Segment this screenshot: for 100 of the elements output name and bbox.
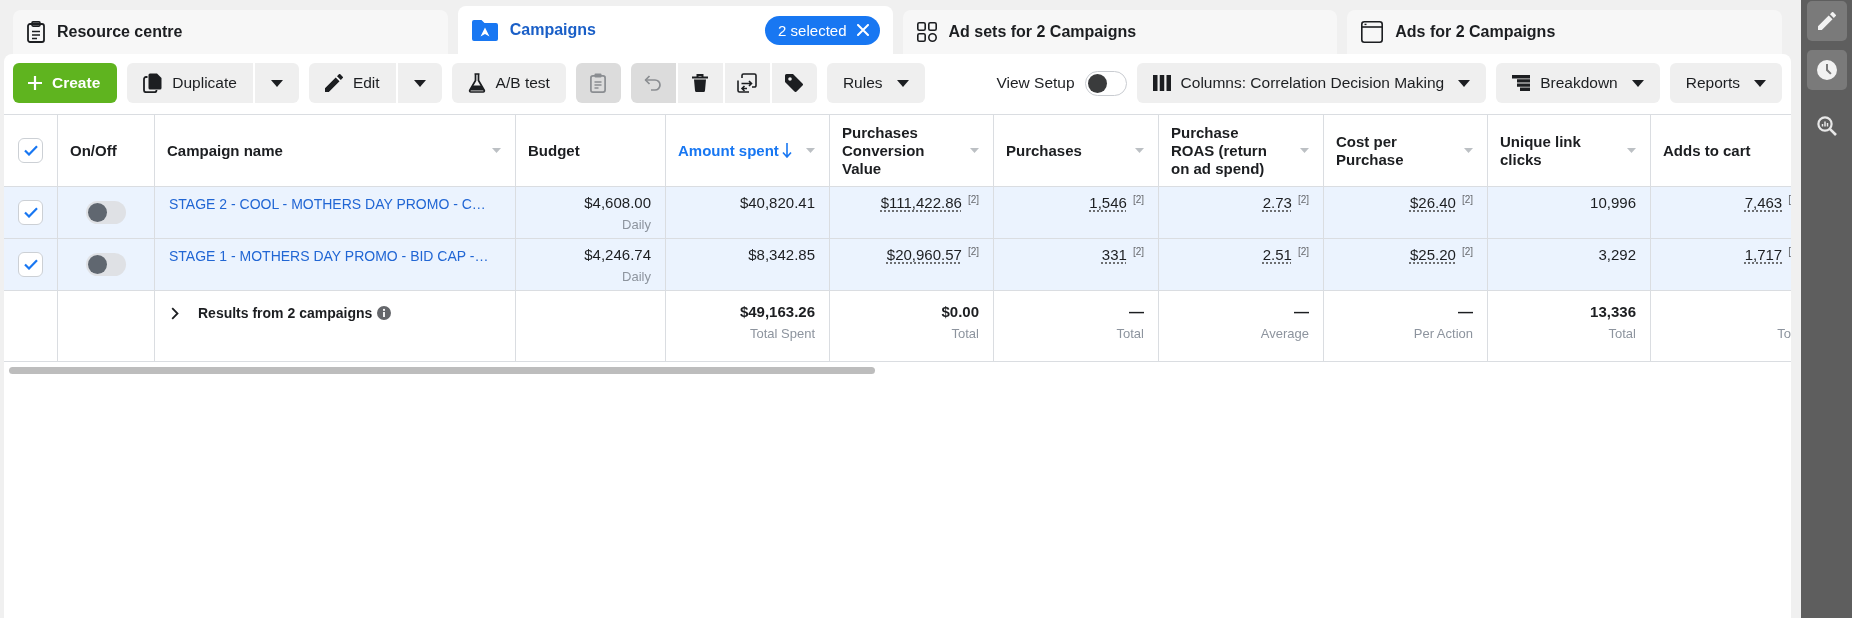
clock-icon xyxy=(1816,60,1837,80)
pencil-icon xyxy=(1817,12,1836,30)
stepped-bars-icon xyxy=(1512,75,1531,91)
column-header[interactable]: Adds to cart xyxy=(1663,141,1751,160)
total-value: — xyxy=(1458,303,1473,321)
total-caption: Total xyxy=(1608,326,1636,342)
column-header[interactable]: Purchase ROAS (return on ad spend) xyxy=(1171,123,1284,178)
toggle-switch[interactable] xyxy=(1084,70,1127,96)
metric-value: 1,717 xyxy=(1744,246,1783,264)
selection-count: 2 selected xyxy=(778,21,847,39)
ab-test-button[interactable]: A/B test xyxy=(451,63,566,103)
tag-icon xyxy=(785,74,804,92)
duplicate-button[interactable]: Duplicate xyxy=(127,63,253,103)
toggle-switch[interactable] xyxy=(86,253,126,276)
undo-icon xyxy=(644,75,663,91)
clipboard-icon xyxy=(27,21,45,43)
budget-period: Daily xyxy=(622,269,651,285)
results-summary: Results from 2 campaigns xyxy=(198,305,373,321)
footnote-mark: [ xyxy=(1788,194,1791,206)
tab[interactable]: Ad sets for 2 Campaigns xyxy=(902,10,1338,54)
delete-button[interactable] xyxy=(677,63,723,103)
footnote-mark: [2] xyxy=(967,246,979,258)
tab[interactable]: Campaigns 2 selected xyxy=(457,6,893,54)
caret-icon xyxy=(1458,79,1471,87)
dropdown-button[interactable] xyxy=(254,63,299,103)
pencil-icon xyxy=(324,74,343,92)
edit-button[interactable]: Edit xyxy=(308,63,396,103)
columns-icon xyxy=(1152,75,1171,91)
clipboard-icon xyxy=(590,73,607,93)
total-caption: Per Action xyxy=(1413,326,1473,342)
campaign-link[interactable]: STAGE 2 - COOL - MOTHERS DAY PROMO - C… xyxy=(169,196,486,212)
column-header[interactable]: On/Off xyxy=(70,141,117,160)
total-caption: Total Spent xyxy=(749,326,815,342)
reports-button[interactable]: Reports xyxy=(1669,63,1782,103)
metric-value: $25.20 xyxy=(1410,246,1456,264)
scrollbar-thumb[interactable] xyxy=(9,367,875,374)
total-value: $49,163.26 xyxy=(739,303,815,321)
column-header[interactable]: Amount spent xyxy=(678,141,779,160)
close-icon[interactable] xyxy=(856,24,869,36)
budget-amount: $4,608.00 xyxy=(584,194,651,212)
toggle-switch[interactable] xyxy=(86,201,126,224)
campaign-link[interactable]: STAGE 1 - MOTHERS DAY PROMO - BID CAP -… xyxy=(169,248,489,264)
total-value: $0.00 xyxy=(941,303,979,321)
caret-icon xyxy=(270,79,283,87)
column-header[interactable]: Purchases xyxy=(1006,141,1082,160)
caret-icon xyxy=(413,79,426,87)
table-row[interactable]: STAGE 2 - COOL - MOTHERS DAY PROMO - C… $4,608.00 Daily $40,820.41 $111,422.86 [2] 1,546 [2] 2.73 [2] $26.40 [2] 10,996 7,463 [ xyxy=(4,187,1791,239)
folder-icon xyxy=(471,19,498,41)
metric-value: $40,820.41 xyxy=(739,194,815,212)
caret-icon xyxy=(896,79,909,87)
dropdown-button[interactable] xyxy=(397,63,442,103)
checkbox[interactable] xyxy=(18,138,43,163)
footnote-mark: [2] xyxy=(1297,194,1309,206)
total-caption: To xyxy=(1777,326,1791,342)
table-row[interactable]: STAGE 1 - MOTHERS DAY PROMO - BID CAP -… $4,246.74 Daily $8,342.85 $20,960.57 [2] 331 [2] 2.51 [2] $25.20 [2] 3,292 1,717 [ xyxy=(4,239,1791,291)
trash-icon xyxy=(692,74,709,92)
footnote-mark: [2] xyxy=(1132,246,1144,258)
budget-period: Daily xyxy=(622,217,651,233)
caret-icon xyxy=(1631,79,1644,87)
chevron-right-icon[interactable] xyxy=(171,306,179,320)
total-caption: Average xyxy=(1260,326,1309,342)
window-icon xyxy=(1361,21,1384,43)
swap-button[interactable] xyxy=(724,63,770,103)
footnote-mark: [2] xyxy=(1297,246,1309,258)
metric-value: $8,342.85 xyxy=(748,246,815,264)
tab[interactable]: Ads for 2 Campaigns xyxy=(1347,10,1782,54)
copy-icon xyxy=(143,73,163,93)
total-caption: Total xyxy=(1116,326,1144,342)
checkbox[interactable] xyxy=(18,200,43,225)
column-header[interactable]: Budget xyxy=(528,141,580,160)
grid-icon xyxy=(916,22,937,42)
metric-value: $111,422.86 xyxy=(880,194,962,212)
tab[interactable]: Resource centre xyxy=(13,10,448,54)
sidebar-button[interactable] xyxy=(1806,1,1847,41)
checkbox[interactable] xyxy=(18,252,43,277)
column-header[interactable]: Purchases Conversion Value xyxy=(842,123,954,178)
metric-value: 1,546 xyxy=(1089,194,1127,212)
total-value: — xyxy=(1129,303,1144,321)
info-icon[interactable] xyxy=(377,306,392,320)
footnote-mark: [ xyxy=(1788,246,1791,258)
rules-button[interactable]: Rules xyxy=(826,63,925,103)
magnifier-icon[interactable] xyxy=(1816,116,1837,136)
plus-icon xyxy=(28,76,42,90)
metric-value: $20,960.57 xyxy=(886,246,962,264)
column-header[interactable]: Campaign name xyxy=(167,141,283,160)
swap-icon xyxy=(737,73,758,93)
footnote-mark: [2] xyxy=(1461,246,1473,258)
check-icon xyxy=(23,207,38,218)
metric-value: 2.73 xyxy=(1262,194,1292,212)
breakdown-button[interactable]: Breakdown xyxy=(1496,63,1660,103)
column-header[interactable]: Cost per Purchase xyxy=(1336,132,1448,169)
total-value: — xyxy=(1294,303,1309,321)
footnote-mark: [2] xyxy=(1132,194,1144,206)
tag-button[interactable] xyxy=(771,63,817,103)
metric-value: 331 xyxy=(1101,246,1127,264)
metric-value: 2.51 xyxy=(1262,246,1292,264)
sidebar-button[interactable] xyxy=(1806,50,1847,90)
column-header[interactable]: Unique link clicks xyxy=(1500,132,1611,169)
budget-amount: $4,246.74 xyxy=(584,246,651,264)
columns-button[interactable]: Columns: Correlation Decision Making xyxy=(1136,63,1487,103)
